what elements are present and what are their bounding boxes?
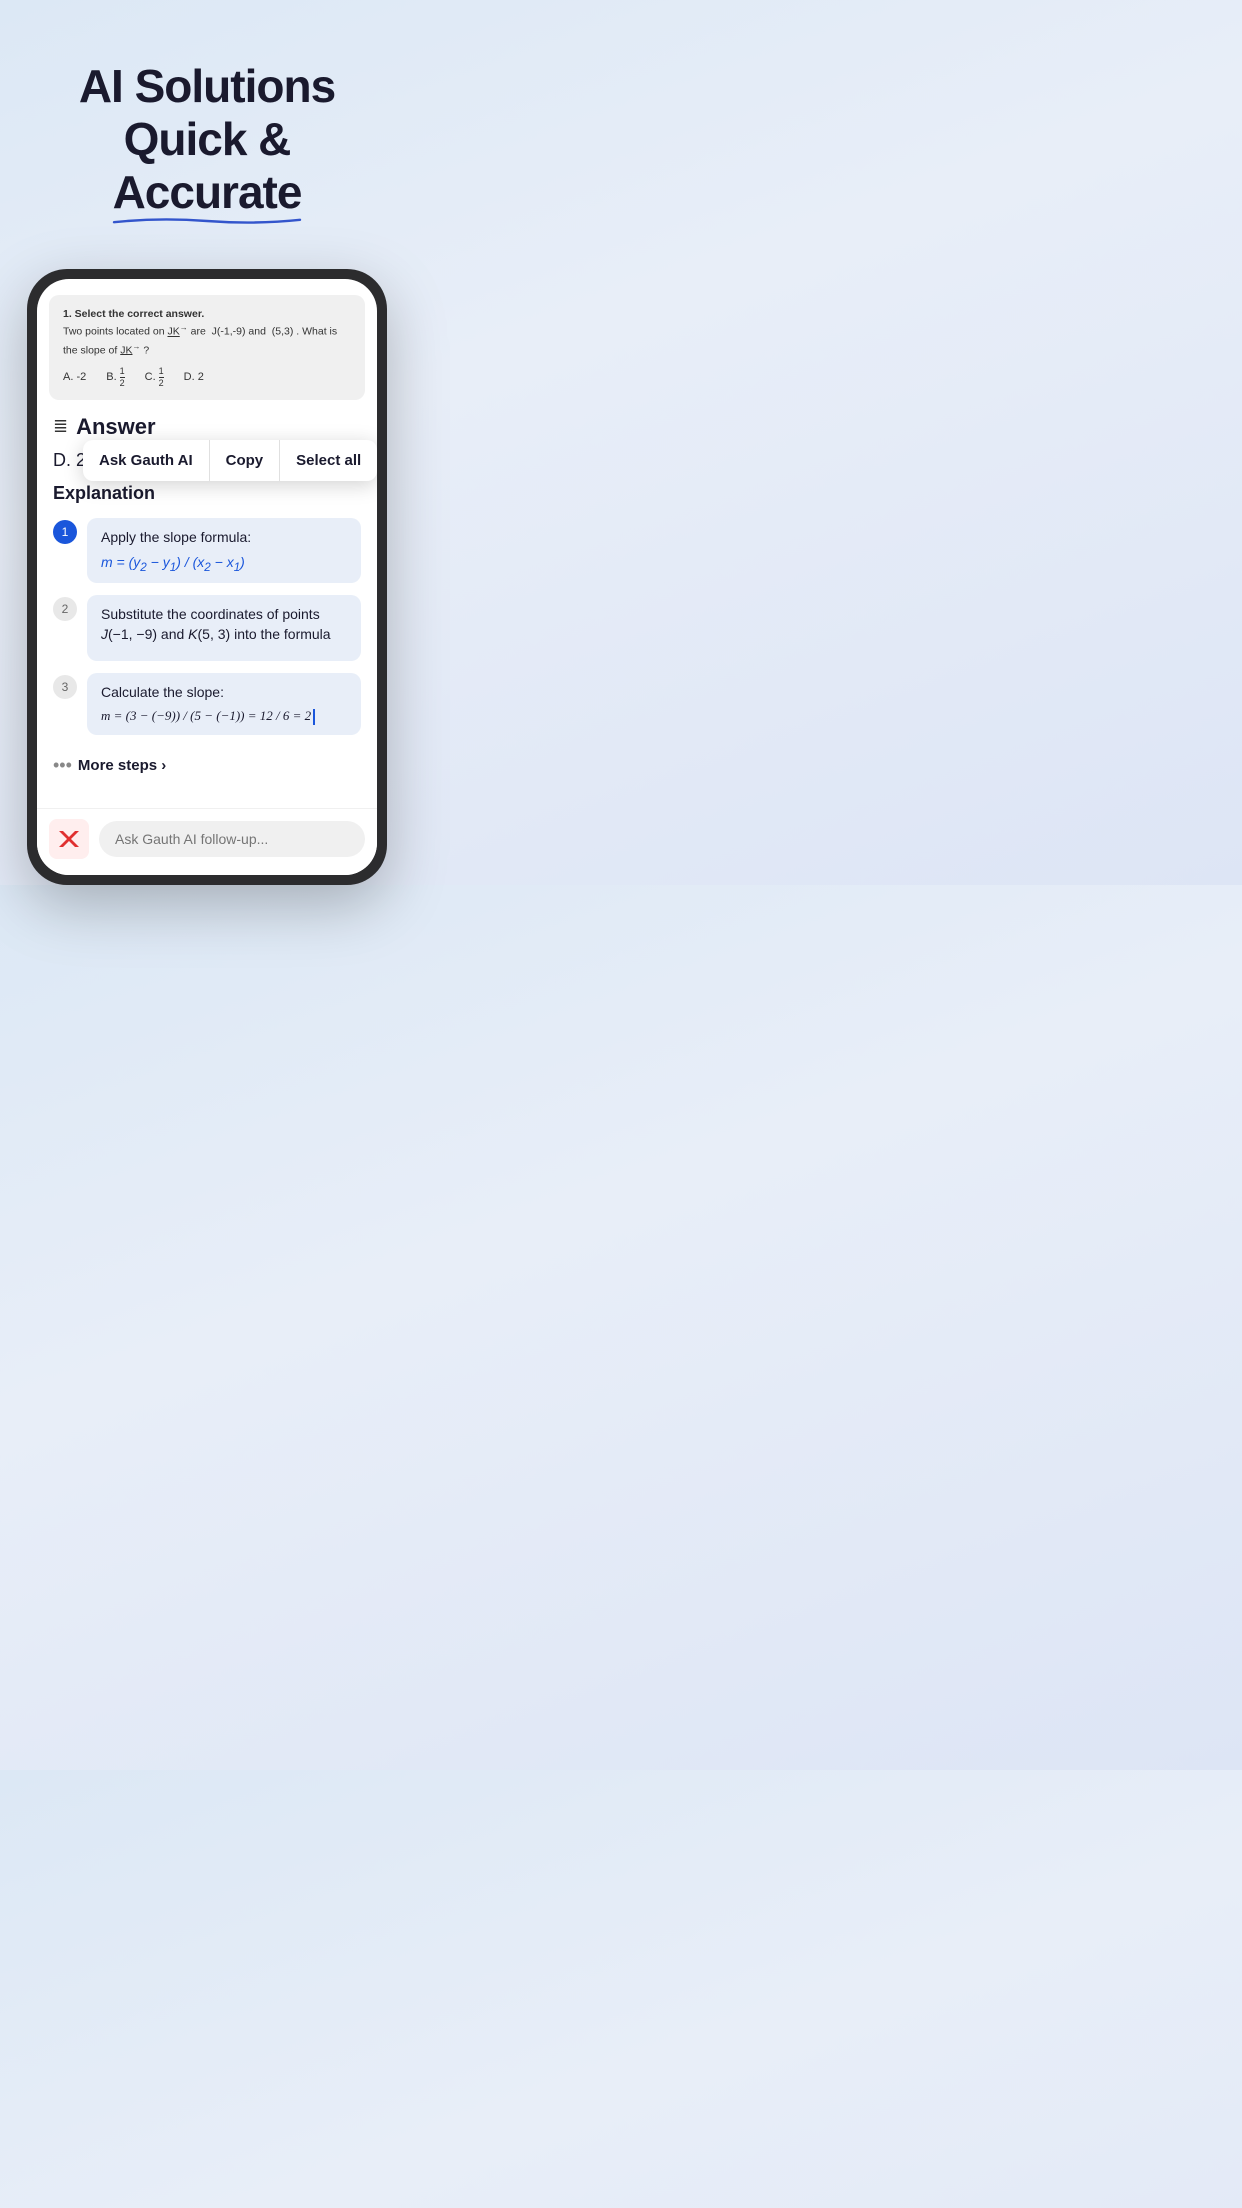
- context-menu: Ask Gauth AI Copy Select all: [83, 440, 377, 481]
- more-steps-dots: •••: [53, 755, 72, 776]
- step-2: 2 Substitute the coordinates of points J…: [53, 595, 361, 660]
- more-steps[interactable]: ••• More steps ›: [53, 747, 361, 784]
- choice-d: D. 2: [184, 367, 204, 388]
- gauth-logo: [49, 819, 89, 859]
- hero-line1: AI Solutions: [79, 60, 335, 112]
- step-1-number: 1: [53, 520, 77, 544]
- select-all-button[interactable]: Select all: [279, 440, 377, 481]
- more-steps-text: More steps ›: [78, 757, 166, 774]
- question-problem: Two points located on JK→ are J(-1,-9) a…: [63, 322, 351, 359]
- choice-a: A. -2: [63, 367, 86, 388]
- explanation-title: Explanation: [53, 483, 361, 504]
- step-2-number: 2: [53, 597, 77, 621]
- answer-section: ≣ Answer D. 2 Ask Gauth AI Copy Select a…: [37, 410, 377, 471]
- copy-button[interactable]: Copy: [209, 440, 280, 481]
- answer-value: D. 2: [53, 450, 86, 470]
- question-card: 1. Select the correct answer. Two points…: [49, 295, 365, 400]
- step-3-formula: m = (3 − (−9)) / (5 − (−1)) = 12 / 6 = 2: [101, 708, 347, 725]
- step-3-content: Calculate the slope: m = (3 − (−9)) / (5…: [87, 673, 361, 736]
- follow-up-input[interactable]: [99, 821, 365, 857]
- answer-value-row: D. 2 Ask Gauth AI Copy Select all: [53, 450, 361, 471]
- step-2-text: Substitute the coordinates of points J(−…: [101, 605, 347, 644]
- answer-icon: ≣: [53, 416, 68, 437]
- choice-c: C. 12: [145, 367, 164, 388]
- hero-section: AI Solutions Quick & Accurate: [0, 0, 414, 249]
- ask-gauth-ai-button[interactable]: Ask Gauth AI: [83, 440, 209, 481]
- phone-mockup: 1. Select the correct answer. Two points…: [27, 269, 387, 885]
- step-1-content: Apply the slope formula: m = (y2 − y1) /…: [87, 518, 361, 583]
- step-3-text: Calculate the slope:: [101, 683, 347, 703]
- step-1-text: Apply the slope formula:: [101, 528, 347, 548]
- hero-line2: Quick & Accurate: [30, 113, 384, 219]
- step-1-formula: m = (y2 − y1) / (x2 − x1): [101, 554, 347, 574]
- hero-title: AI Solutions Quick & Accurate: [30, 60, 384, 219]
- phone-screen: 1. Select the correct answer. Two points…: [37, 279, 377, 875]
- step-2-content: Substitute the coordinates of points J(−…: [87, 595, 361, 660]
- gauth-logo-icon: [55, 825, 83, 853]
- step-3: 3 Calculate the slope: m = (3 − (−9)) / …: [53, 673, 361, 736]
- step-3-number: 3: [53, 675, 77, 699]
- answer-header: ≣ Answer: [53, 410, 361, 440]
- explanation-section: Explanation 1 Apply the slope formula: m…: [37, 483, 377, 808]
- question-choices: A. -2 B. 12 C. 12 D. 2: [63, 367, 351, 388]
- question-header: 1. Select the correct answer.: [63, 307, 351, 323]
- answer-label: Answer: [76, 414, 155, 440]
- bottom-bar: [37, 808, 377, 875]
- choice-b: B. 12: [106, 367, 124, 388]
- step-1: 1 Apply the slope formula: m = (y2 − y1)…: [53, 518, 361, 583]
